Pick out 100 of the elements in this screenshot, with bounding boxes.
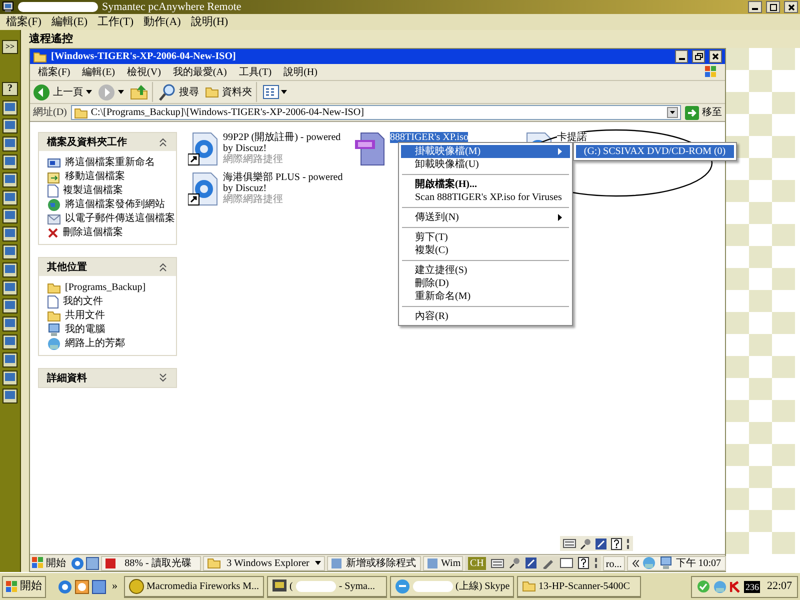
menu-item[interactable]: 刪除(D) bbox=[401, 277, 570, 290]
check-icon[interactable] bbox=[697, 580, 710, 593]
grip-icon[interactable] bbox=[626, 538, 630, 550]
menu-item[interactable]: 傳送到(N) bbox=[401, 211, 570, 224]
expand-icon[interactable] bbox=[158, 373, 168, 383]
keyboard-icon[interactable] bbox=[563, 539, 576, 548]
menu-item[interactable]: (G:) SCSIVAX DVD/CD-ROM (0) bbox=[576, 145, 734, 158]
menu-item[interactable]: 檔案(F) bbox=[6, 14, 42, 30]
k-letter-icon[interactable] bbox=[730, 580, 742, 592]
task-link[interactable]: 我的電腦 bbox=[65, 322, 105, 337]
grip-icon[interactable] bbox=[594, 557, 598, 569]
menu-item[interactable]: 剪下(T) bbox=[401, 231, 570, 244]
taskbar-button[interactable]: Wim bbox=[423, 556, 463, 570]
monitor-icon[interactable] bbox=[2, 316, 18, 332]
search-button[interactable]: 搜尋 bbox=[159, 82, 199, 102]
writing-pad-icon[interactable] bbox=[524, 557, 537, 569]
menu-item[interactable]: 建立捷徑(S) bbox=[401, 264, 570, 277]
monitor-icon[interactable] bbox=[2, 118, 18, 134]
menu-item[interactable]: 複製(C) bbox=[401, 244, 570, 257]
taskbar-button[interactable]: 88% - 讀取光碟 bbox=[101, 556, 201, 570]
menu-item[interactable]: 卸載映像檔(U) bbox=[401, 158, 570, 171]
up-folder-button[interactable] bbox=[130, 82, 153, 102]
task-link[interactable]: 將這個檔案重新命名 bbox=[65, 155, 155, 170]
address-field[interactable]: C:\[Programs_Backup]\[Windows-TIGER's-XP-2006-04-New-ISO] bbox=[70, 105, 681, 120]
keyboard-icon[interactable] bbox=[490, 558, 504, 568]
monitor-icon[interactable] bbox=[2, 136, 18, 152]
monitor-icon[interactable] bbox=[2, 244, 18, 260]
browser-icon[interactable] bbox=[71, 556, 84, 570]
input-method-indicator[interactable]: CH bbox=[468, 556, 486, 570]
close-button[interactable] bbox=[709, 50, 722, 63]
monitor-icon[interactable] bbox=[2, 100, 18, 116]
menu-item[interactable]: 重新命名(M) bbox=[401, 290, 570, 303]
taskbar-button[interactable]: Macromedia Fireworks M... bbox=[124, 576, 264, 598]
browser-icon[interactable] bbox=[58, 580, 72, 594]
monitor-icon[interactable] bbox=[2, 262, 18, 278]
file-name[interactable]: 卡提諾 bbox=[557, 132, 587, 143]
minimize-button[interactable] bbox=[675, 50, 688, 63]
shortcut-icon[interactable] bbox=[188, 132, 220, 166]
menu-item[interactable]: 編輯(E) bbox=[51, 14, 88, 30]
task-link[interactable]: 網路上的芳鄰 bbox=[65, 336, 125, 351]
monitor-icon[interactable] bbox=[2, 280, 18, 296]
collapse-icon[interactable] bbox=[158, 262, 168, 272]
monitor-icon[interactable] bbox=[2, 334, 18, 350]
taskbar-button[interactable]: 13-HP-Scanner-5400C bbox=[516, 576, 640, 598]
task-link[interactable]: 刪除這個檔案 bbox=[63, 225, 123, 240]
microphone-icon[interactable] bbox=[508, 557, 520, 569]
desktop-icon[interactable] bbox=[92, 580, 106, 594]
menu-item[interactable]: 工具(T) bbox=[238, 64, 272, 80]
menu-item[interactable]: Scan 888TIGER's XP.iso for Viruses bbox=[401, 191, 570, 204]
collapse-icon[interactable] bbox=[158, 137, 168, 147]
maximize-button[interactable] bbox=[766, 1, 780, 13]
monitor-icon[interactable] bbox=[2, 388, 18, 404]
task-link[interactable]: [Programs_Backup] bbox=[65, 280, 146, 295]
expand-button[interactable]: >> bbox=[2, 40, 18, 54]
task-link[interactable]: 我的文件 bbox=[63, 294, 103, 309]
monitor-icon[interactable] bbox=[2, 370, 18, 386]
taskbar-button[interactable]: 新增或移除程式 bbox=[327, 556, 421, 570]
desktop-icon[interactable] bbox=[86, 556, 99, 570]
menu-item[interactable]: 說明(H) bbox=[284, 64, 318, 80]
menu-item[interactable]: 內容(R) bbox=[401, 310, 570, 323]
help-button[interactable]: ? bbox=[2, 82, 18, 96]
menu-item[interactable]: 檢視(V) bbox=[127, 64, 161, 80]
taskbar-button[interactable]: 3 Windows Explorer bbox=[203, 556, 325, 570]
back-button[interactable]: 上一頁 bbox=[33, 82, 92, 102]
more-button[interactable]: » bbox=[109, 578, 120, 595]
help-icon[interactable] bbox=[611, 538, 622, 550]
menu-item[interactable]: 我的最愛(A) bbox=[172, 64, 227, 80]
menu-item[interactable]: 說明(H) bbox=[190, 14, 228, 30]
chevron-icon[interactable] bbox=[632, 560, 639, 566]
taskbar-button[interactable]: ( - Syma... bbox=[266, 576, 386, 598]
menu-item[interactable]: 動作(A) bbox=[144, 14, 181, 30]
views-button[interactable] bbox=[263, 82, 287, 102]
menu-item[interactable]: 開啟檔案(H)... bbox=[401, 178, 570, 191]
disc-image-icon[interactable] bbox=[355, 132, 387, 166]
file-name[interactable]: 888TIGER's XP.iso bbox=[390, 132, 468, 143]
panel-icon[interactable] bbox=[560, 558, 573, 568]
pen-icon[interactable] bbox=[542, 557, 555, 569]
monitor-icon[interactable] bbox=[2, 352, 18, 368]
monitor-icon[interactable] bbox=[2, 298, 18, 314]
monitor-icon[interactable] bbox=[2, 154, 18, 170]
restore-button[interactable] bbox=[692, 50, 705, 63]
clock-icon[interactable] bbox=[75, 580, 89, 594]
task-link[interactable]: 將這個檔案發佈到網站 bbox=[65, 197, 165, 212]
taskbar-button[interactable]: (上線) Skype bbox=[390, 576, 514, 598]
task-link[interactable]: 共用文件 bbox=[65, 308, 105, 323]
writing-pad-icon[interactable] bbox=[595, 538, 607, 550]
start-button[interactable]: 開始 bbox=[2, 576, 46, 598]
monitor-icon[interactable] bbox=[2, 208, 18, 224]
folders-button[interactable]: 資料夾 bbox=[205, 82, 257, 102]
menu-item[interactable]: 檔案(F) bbox=[38, 64, 70, 80]
shortcut-icon[interactable] bbox=[188, 172, 220, 206]
forward-button[interactable] bbox=[98, 82, 124, 102]
monitor-icon[interactable] bbox=[2, 190, 18, 206]
task-link[interactable]: 移動這個檔案 bbox=[65, 169, 125, 184]
monitor-icon[interactable] bbox=[2, 172, 18, 188]
taskbar-button[interactable]: ro... bbox=[602, 556, 625, 570]
start-button[interactable]: 開始 bbox=[32, 556, 69, 570]
microphone-icon[interactable] bbox=[580, 538, 591, 550]
monitor-icon[interactable] bbox=[2, 226, 18, 242]
task-link[interactable]: 以電子郵件傳送這個檔案 bbox=[65, 211, 175, 226]
